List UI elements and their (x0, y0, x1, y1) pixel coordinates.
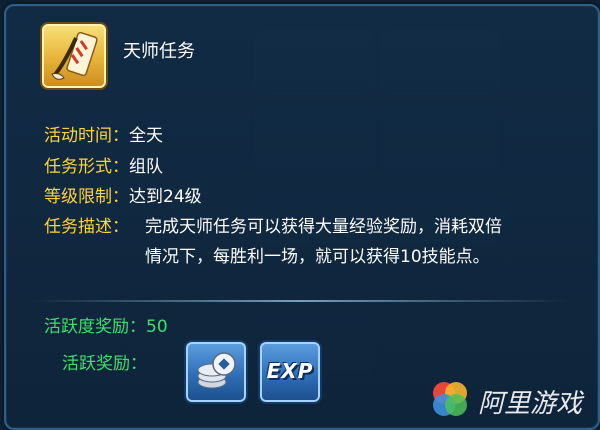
watermark: 阿里游戏 (428, 377, 588, 425)
silver-coins-icon (197, 352, 236, 389)
detail-value: 组队 (129, 157, 163, 177)
activity-points-value: 50 (146, 317, 168, 337)
detail-label: 等级限制： (44, 187, 129, 207)
detail-row-form: 任务形式：组队 (44, 152, 163, 177)
scroll-and-brush-icon (51, 31, 98, 80)
description-label: 任务描述： (44, 217, 129, 237)
activity-points-row: 活跃度奖励：50 (44, 312, 168, 337)
scroll-and-brush-icon (40, 22, 108, 90)
detail-row-time: 活动时间：全天 (44, 121, 163, 146)
watermark-text: 阿里游戏 (478, 389, 583, 419)
detail-row-level: 等级限制：达到24级 (44, 182, 202, 207)
detail-label: 活动时间： (44, 126, 129, 146)
aliyun-game-logo-icon (433, 382, 467, 416)
description-line: 情况下，每胜利一场，就可以获得10技能点。 (145, 247, 490, 267)
activity-rewards-label: 活跃奖励： (62, 354, 147, 374)
section-divider (30, 300, 570, 302)
description-line: 完成天师任务可以获得大量经验奖励，消耗双倍 (145, 217, 502, 237)
activity-points-label: 活跃度奖励： (44, 317, 146, 337)
detail-label: 任务形式： (44, 157, 129, 177)
exp-icon-text: EXP (266, 359, 314, 383)
silver-coins-icon[interactable] (184, 340, 248, 404)
detail-value: 达到24级 (129, 187, 202, 207)
detail-row-description: 任务描述： (44, 212, 129, 237)
task-title: 天师任务 (123, 41, 195, 62)
exp-icon[interactable]: EXP (258, 340, 322, 404)
detail-value: 全天 (129, 126, 163, 146)
